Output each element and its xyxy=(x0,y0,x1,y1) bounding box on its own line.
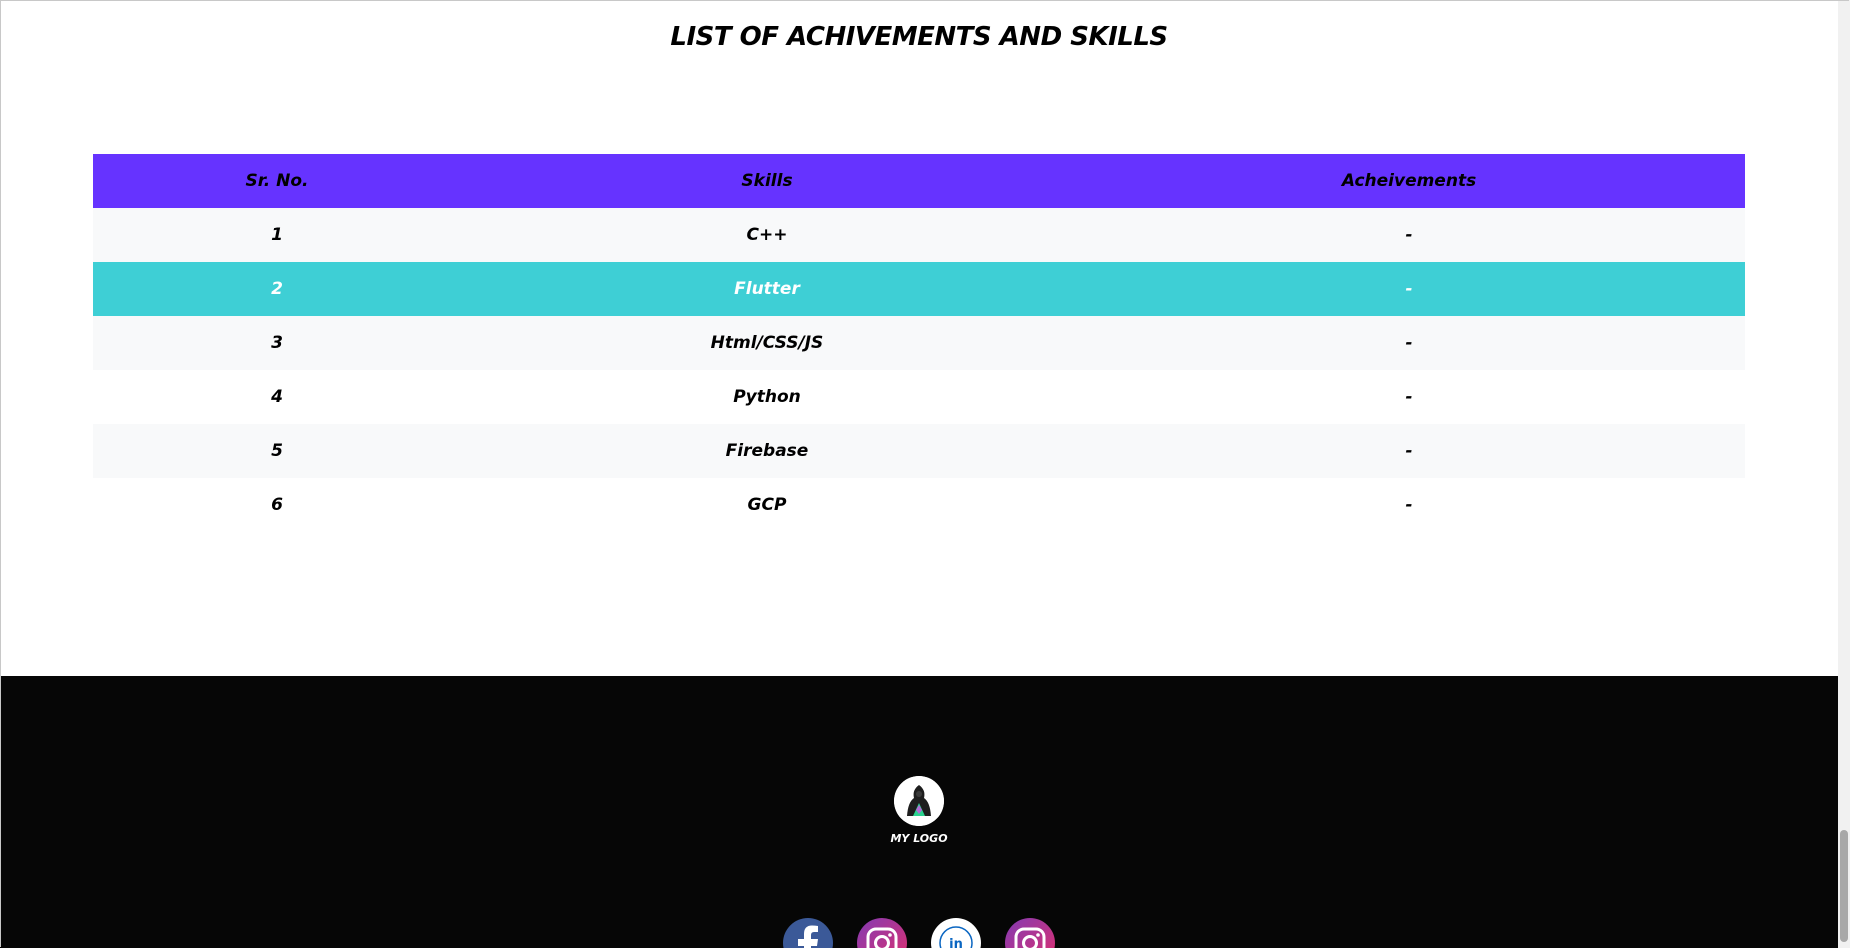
table-row[interactable]: 3 Html/CSS/JS - xyxy=(93,316,1745,370)
cell-sr: 3 xyxy=(271,333,283,353)
facebook-icon[interactable] xyxy=(783,918,833,948)
instagram-icon[interactable] xyxy=(857,918,907,948)
table-header-row: Sr. No. Skills Acheivements xyxy=(93,154,1745,208)
table-row[interactable]: 4 Python - xyxy=(93,370,1745,424)
cell-sr: 2 xyxy=(271,279,283,299)
cell-achievement: - xyxy=(1405,333,1413,353)
header-skills: Skills xyxy=(741,171,793,191)
vertical-scrollbar[interactable] xyxy=(1838,0,1850,948)
table-row[interactable]: 1 C++ - xyxy=(93,208,1745,262)
cell-achievement: - xyxy=(1405,279,1413,299)
cell-sr: 6 xyxy=(271,495,283,515)
cell-skill: GCP xyxy=(747,495,787,515)
skills-table: Sr. No. Skills Acheivements 1 C++ - 2 Fl… xyxy=(93,154,1745,532)
page-title: LIST OF ACHIVEMENTS AND SKILLS xyxy=(670,22,1168,52)
cell-sr: 4 xyxy=(271,387,283,407)
linkedin-icon[interactable]: in xyxy=(931,918,981,948)
logo-caption: MY LOGO xyxy=(890,832,948,845)
cell-achievement: - xyxy=(1405,441,1413,461)
svg-text:in: in xyxy=(949,937,963,948)
page: LIST OF ACHIVEMENTS AND SKILLS Sr. No. S… xyxy=(0,0,1850,948)
footer: MY LOGO in xyxy=(0,676,1838,948)
table-row[interactable]: 6 GCP - xyxy=(93,478,1745,532)
header-achievements: Acheivements xyxy=(1341,171,1477,191)
logo-icon[interactable] xyxy=(894,776,944,826)
cell-achievement: - xyxy=(1405,495,1413,515)
cell-sr: 1 xyxy=(271,225,283,245)
cell-skill: Flutter xyxy=(734,279,800,299)
cell-skill: Html/CSS/JS xyxy=(710,333,824,353)
cell-skill: C++ xyxy=(746,225,788,245)
cell-sr: 5 xyxy=(271,441,283,461)
scrollbar-thumb[interactable] xyxy=(1840,830,1848,942)
table-row-highlighted[interactable]: 2 Flutter - xyxy=(93,262,1745,316)
table-row[interactable]: 5 Firebase - xyxy=(93,424,1745,478)
header-sr-no: Sr. No. xyxy=(245,171,309,191)
instagram-icon[interactable] xyxy=(1005,918,1055,948)
cell-achievement: - xyxy=(1405,387,1413,407)
cell-achievement: - xyxy=(1405,225,1413,245)
cell-skill: Firebase xyxy=(725,441,809,461)
cell-skill: Python xyxy=(733,387,801,407)
